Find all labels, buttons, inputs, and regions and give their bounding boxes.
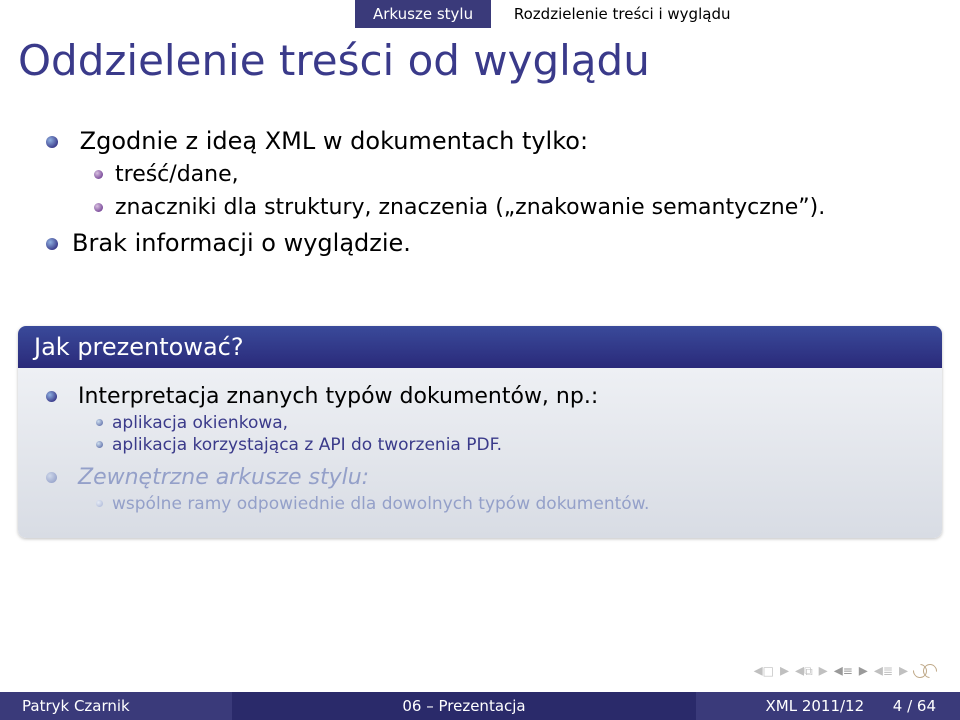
nav-up-icon[interactable]: ◂≣ <box>874 662 893 680</box>
body-item: Zgodnie z ideą XML w dokumentach tylko: … <box>46 126 928 222</box>
body-text: Zgodnie z ideą XML w dokumentach tylko: <box>80 127 588 155</box>
nav-back-icon[interactable]: ◂≡ <box>834 662 853 680</box>
nav-prev-section-icon[interactable]: ◂⧉ <box>795 662 813 680</box>
block-item-dimmed: Zewnętrzne arkusze stylu: wspólne ramy o… <box>46 465 934 514</box>
slide-body: Zgodnie z ideą XML w dokumentach tylko: … <box>18 120 928 266</box>
footer-author: Patryk Czarnik <box>0 697 232 715</box>
slide-title: Oddzielenie treści od wyglądu <box>18 36 650 85</box>
nav-subsection[interactable]: Rozdzielenie treści i wyglądu <box>496 0 749 28</box>
body-item: Brak informacji o wyglądzie. <box>46 228 928 259</box>
top-nav: Arkusze stylu Rozdzielenie treści i wygl… <box>0 0 960 28</box>
nav-section[interactable]: Arkusze stylu <box>355 0 491 28</box>
block-text: Interpretacja znanych typów dokumentów, … <box>78 384 598 409</box>
block-subitem: aplikacja korzystająca z API do tworzeni… <box>96 435 934 455</box>
footer-page: XML 2011/12 4 / 64 <box>696 697 960 715</box>
block: Jak prezentować? Interpretacja znanych t… <box>18 326 942 538</box>
footer: Patryk Czarnik 06 – Prezentacja XML 2011… <box>0 692 960 720</box>
footer-course: XML 2011/12 <box>765 697 864 715</box>
nav-next-section-icon[interactable]: ▸ <box>819 662 828 680</box>
footer-title: 06 – Prezentacja <box>232 692 696 720</box>
block-subitem-dimmed: wspólne ramy odpowiednie dla dowolnych t… <box>96 494 934 514</box>
block-subitem: aplikacja okienkowa, <box>96 413 934 433</box>
nav-forward-icon[interactable]: ▸ <box>859 662 868 680</box>
block-title: Jak prezentować? <box>18 326 942 368</box>
block-item: Interpretacja znanych typów dokumentów, … <box>46 384 934 455</box>
nav-down-icon[interactable]: ▸ <box>899 662 908 680</box>
nav-toolbar: ◂□ ▸ ◂⧉ ▸ ◂≡ ▸ ◂≣ ▸ <box>754 660 936 682</box>
nav-prev-icon[interactable]: ▸ <box>780 662 789 680</box>
nav-cycle-icon[interactable] <box>914 663 936 679</box>
slide: Arkusze stylu Rozdzielenie treści i wygl… <box>0 0 960 720</box>
block-text-dimmed: Zewnętrzne arkusze stylu: <box>78 465 369 490</box>
body-subitem: znaczniki dla struktury, znaczenia („zna… <box>94 194 928 223</box>
nav-first-icon[interactable]: ◂□ <box>754 662 774 680</box>
footer-page-number: 4 / 64 <box>893 697 936 715</box>
body-subitem: treść/dane, <box>94 161 928 190</box>
block-body: Interpretacja znanych typów dokumentów, … <box>18 368 942 538</box>
